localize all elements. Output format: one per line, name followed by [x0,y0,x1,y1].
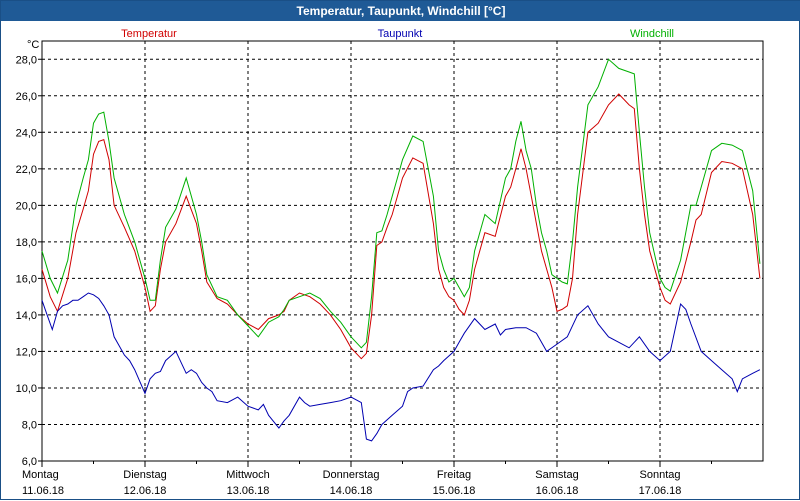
day-date-label: 13.06.18 [227,485,270,497]
day-date-label: 17.06.18 [639,485,682,497]
day-date-label: 11.06.18 [22,485,64,497]
y-axis-unit: °C [27,39,39,51]
y-tick-label: 26,0 [16,91,37,103]
day-name-label: Sonntag [640,469,681,481]
day-name-label: Montag [22,469,59,481]
day-name-label: Freitag [437,469,471,481]
y-tick-label: 20,0 [16,200,37,212]
chart-window: Temperatur, Taupunkt, Windchill [°C] 6,0… [0,0,800,500]
window-title: Temperatur, Taupunkt, Windchill [°C] [1,1,800,21]
series [41,58,761,442]
labels: 6,0 8,0 10,0 12,0 14,0 16,0 18,0 20,0 22,0 24,0 26… [16,28,682,497]
legend-taupunkt: Taupunkt [378,28,423,40]
day-name-label: Mittwoch [226,469,269,481]
y-tick-label: 12,0 [16,346,37,358]
legend-windchill: Windchill [630,28,674,40]
chart-canvas: 6,0 8,0 10,0 12,0 14,0 16,0 18,0 20,0 22,0 24,0 26… [16,28,764,497]
y-tick-label: 6,0 [22,456,37,468]
series-line-taupunkt [41,292,761,442]
y-tick-label: 8,0 [22,419,37,431]
y-tick-label: 14,0 [16,310,37,322]
legend-temperatur: Temperatur [121,28,177,40]
day-date-label: 16.06.18 [536,485,579,497]
y-tick-label: 18,0 [16,237,37,249]
y-tick-label: 10,0 [16,383,37,395]
day-date-label: 12.06.18 [124,485,167,497]
y-tick-label: 24,0 [16,127,37,139]
y-tick-label: 22,0 [16,164,37,176]
day-name-label: Donnerstag [323,469,380,481]
series-line-temperatur [41,93,761,360]
day-date-label: 15.06.18 [433,485,476,497]
y-tick-label: 16,0 [16,273,37,285]
series-line-windchill [41,58,761,349]
day-name-label: Samstag [535,469,578,481]
y-tick-label: 28,0 [16,54,37,66]
plot-border [41,40,764,462]
day-date-label: 14.06.18 [330,485,373,497]
day-name-label: Dienstag [123,469,166,481]
grid [42,41,763,461]
